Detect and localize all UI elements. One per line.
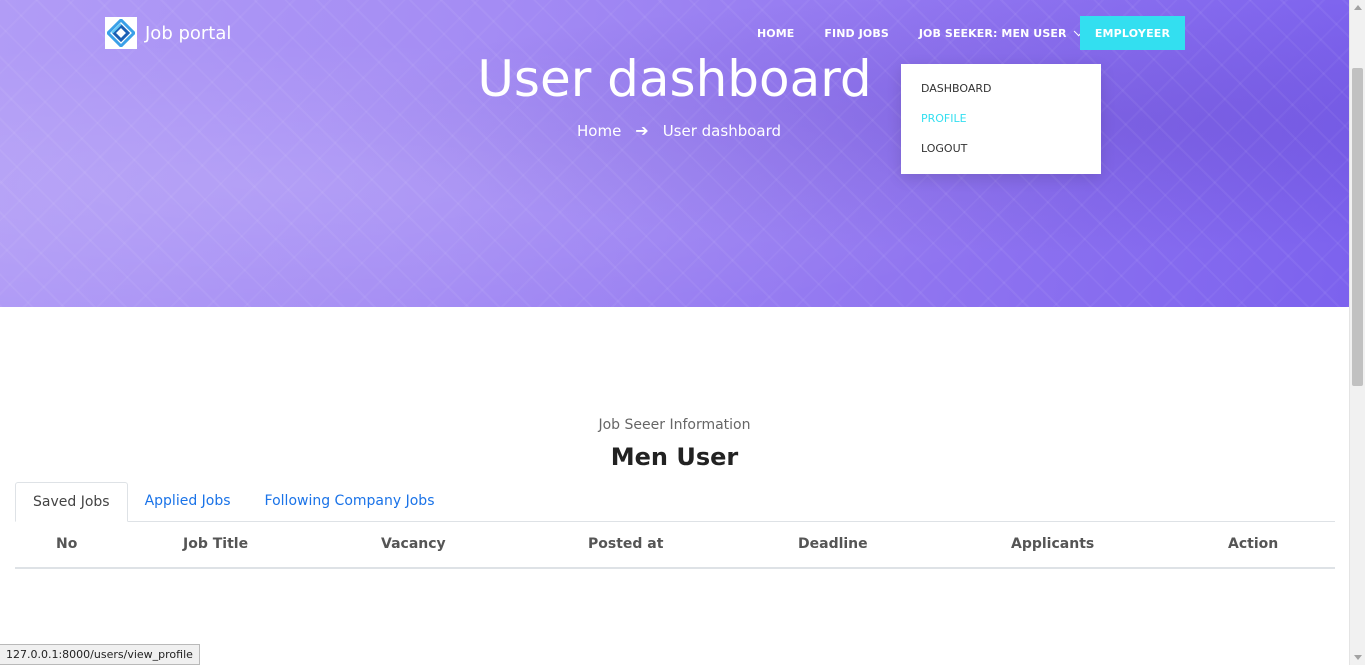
breadcrumb-home[interactable]: Home: [577, 122, 621, 140]
column-header-applicants: Applicants: [1011, 536, 1095, 552]
employer-button[interactable]: EMPLOYEER: [1080, 16, 1185, 50]
column-header-vacancy: Vacancy: [381, 536, 446, 552]
browser-status-url: 127.0.0.1:8000/users/view_profile: [0, 644, 200, 665]
dropdown-item-dashboard[interactable]: DASHBOARD: [901, 82, 1101, 112]
hero-banner: Job portal HOME FIND JOBS JOB SEEKER: ME…: [0, 0, 1349, 307]
column-header-job-title: Job Title: [183, 536, 249, 552]
scroll-down-icon[interactable]: [1354, 655, 1362, 660]
brand-logo-icon: [105, 17, 137, 49]
dropdown-item-profile[interactable]: PROFILE: [901, 112, 1101, 142]
page-scrollbar[interactable]: [1349, 0, 1365, 665]
column-header-no: No: [56, 536, 78, 552]
brand-logo-link[interactable]: Job portal: [105, 17, 231, 49]
user-dropdown-menu: DASHBOARD PROFILE LOGOUT: [901, 64, 1101, 174]
scrollbar-thumb[interactable]: [1352, 68, 1363, 386]
profile-user-name: Men User: [610, 443, 739, 471]
arrow-right-icon: ➔: [635, 121, 649, 140]
breadcrumb-current: User dashboard: [662, 121, 782, 140]
nav-user-menu-label: JOB SEEKER: MEN USER: [918, 26, 1067, 40]
brand-name: Job portal: [145, 22, 232, 44]
profile-section-label: Job Seeer Information: [598, 417, 751, 433]
column-header-posted-at: Posted at: [588, 536, 664, 552]
nav-find-jobs[interactable]: FIND JOBS: [824, 27, 888, 40]
dropdown-item-logout[interactable]: LOGOUT: [901, 142, 1101, 172]
nav-user-menu[interactable]: JOB SEEKER: MEN USER: [918, 25, 1084, 40]
tab-applied-jobs[interactable]: Applied Jobs: [128, 482, 248, 522]
scroll-up-icon[interactable]: [1354, 5, 1362, 10]
page-title: User dashboard: [477, 50, 872, 108]
breadcrumb: Home ➔ User dashboard: [577, 121, 781, 140]
main-nav: HOME FIND JOBS JOB SEEKER: MEN USER: [757, 16, 1110, 50]
column-header-deadline: Deadline: [798, 536, 868, 552]
tab-saved-jobs[interactable]: Saved Jobs: [15, 482, 128, 522]
tab-following-company-jobs[interactable]: Following Company Jobs: [248, 482, 452, 522]
jobs-table-header: No Job Title Vacancy Posted at Deadline …: [15, 521, 1335, 569]
nav-home[interactable]: HOME: [757, 27, 794, 40]
column-header-action: Action: [1228, 536, 1279, 552]
jobs-tabs: Saved Jobs Applied Jobs Following Compan…: [15, 482, 1335, 522]
